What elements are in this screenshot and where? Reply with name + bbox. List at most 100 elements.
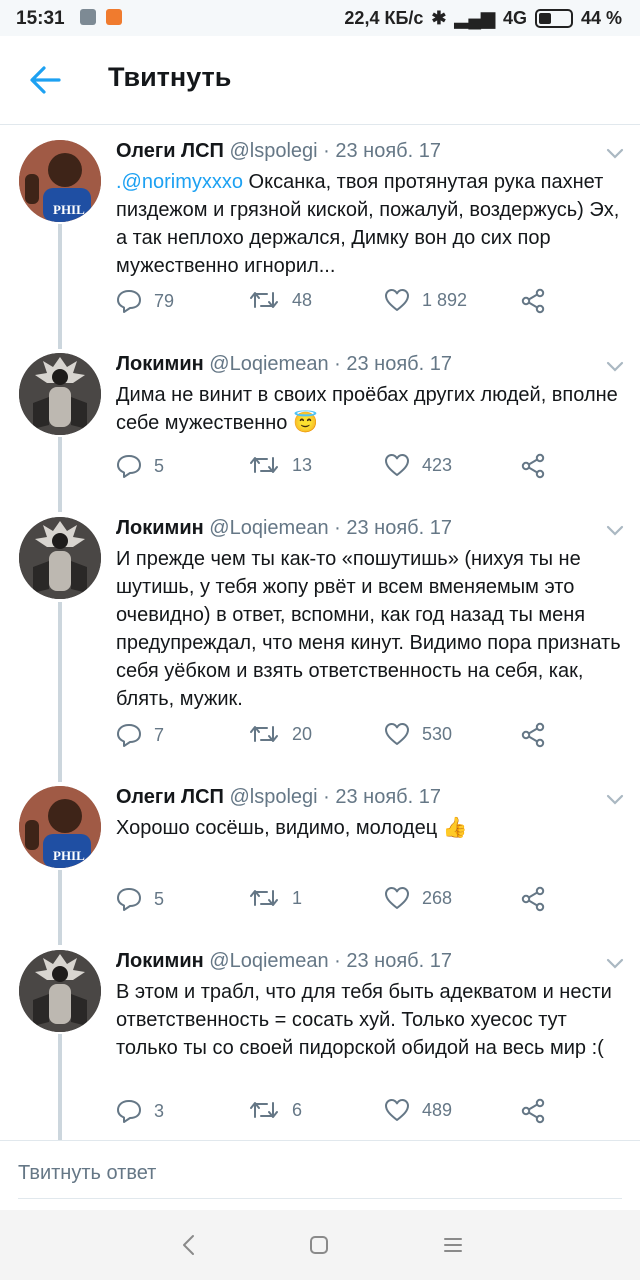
like-count: 489 <box>422 1099 453 1120</box>
tweet[interactable]: PHIL Олеги ЛСП @lspolegi · 23 нояб. 17 .… <box>0 140 640 330</box>
separator: · <box>323 140 330 162</box>
tweet-header: Локимин @Loqiemean · 23 нояб. 17 <box>116 950 452 973</box>
author-handle[interactable]: @Loqiemean <box>209 353 328 375</box>
tweet[interactable]: Локимин @Loqiemean · 23 нояб. 17 Дима не… <box>0 353 640 493</box>
retweet-icon <box>250 726 278 742</box>
author-name[interactable]: Олеги ЛСП <box>116 140 224 162</box>
avatar[interactable] <box>19 353 101 435</box>
share-icon <box>521 288 545 314</box>
author-handle[interactable]: @lspolegi <box>229 140 317 162</box>
like-count: 1 892 <box>422 289 468 310</box>
tweet[interactable]: Локимин @Loqiemean · 23 нояб. 17 В этом … <box>0 950 640 1140</box>
reply-button[interactable]: 5 <box>116 886 164 912</box>
reply-count: 5 <box>154 888 165 909</box>
like-button[interactable]: 1 892 <box>384 288 467 312</box>
chevron-down-icon[interactable] <box>606 148 624 160</box>
separator: · <box>334 517 341 539</box>
like-button[interactable]: 268 <box>384 886 452 910</box>
reply-count: 3 <box>154 1100 165 1121</box>
status-time: 15:31 <box>16 8 65 29</box>
share-button[interactable] <box>520 453 558 479</box>
tweet-text: Хорошо сосёшь, видимо, молодец 👍 <box>116 817 468 839</box>
retweet-button[interactable]: 6 <box>248 1098 302 1122</box>
battery-level: 44 % <box>580 8 622 28</box>
app-notification-icon <box>106 9 122 25</box>
chevron-down-icon[interactable] <box>606 525 624 537</box>
retweet-count: 20 <box>292 723 313 744</box>
tweet-header: Олеги ЛСП @lspolegi · 23 нояб. 17 <box>116 140 441 163</box>
chevron-down-icon[interactable] <box>606 361 624 373</box>
retweet-count: 13 <box>292 454 313 475</box>
tweet-actions: 79 48 1 892 <box>116 288 626 318</box>
reply-count: 5 <box>154 455 165 476</box>
reply-button[interactable]: 79 <box>116 288 174 314</box>
share-icon <box>521 886 545 912</box>
nav-menu-icon[interactable] <box>442 1234 464 1256</box>
separator: · <box>323 786 330 808</box>
mention-link[interactable]: .@norimyxxxo <box>116 171 243 193</box>
share-icon <box>521 722 545 748</box>
share-button[interactable] <box>520 886 558 912</box>
retweet-button[interactable]: 48 <box>248 288 312 312</box>
svg-text:PHIL: PHIL <box>53 848 85 863</box>
like-count: 530 <box>422 723 453 744</box>
retweet-button[interactable]: 20 <box>248 722 312 746</box>
reply-button[interactable]: 3 <box>116 1098 164 1124</box>
svg-text:PHIL: PHIL <box>53 202 85 217</box>
separator: · <box>334 950 341 972</box>
author-name[interactable]: Локимин <box>116 950 204 972</box>
like-count: 268 <box>422 887 453 908</box>
share-button[interactable] <box>520 288 558 314</box>
reply-button[interactable]: 7 <box>116 722 164 748</box>
retweet-count: 48 <box>292 289 313 310</box>
reply-input[interactable]: Твитнуть ответ <box>18 1162 156 1185</box>
avatar[interactable] <box>19 950 101 1032</box>
author-handle[interactable]: @lspolegi <box>229 786 317 808</box>
reply-icon <box>117 455 141 478</box>
reply-icon <box>117 724 141 747</box>
signal-icon: ▂▄▆ <box>454 8 495 28</box>
like-button[interactable]: 489 <box>384 1098 452 1122</box>
tweet-header: Олеги ЛСП @lspolegi · 23 нояб. 17 <box>116 786 441 809</box>
avatar[interactable]: PHIL <box>19 140 101 222</box>
tweet-date: 23 нояб. 17 <box>346 353 452 375</box>
reply-icon <box>117 290 141 313</box>
share-button[interactable] <box>520 722 558 748</box>
like-icon <box>385 887 409 909</box>
author-name[interactable]: Олеги ЛСП <box>116 786 224 808</box>
network-speed: 22,4 КБ/с <box>344 8 424 28</box>
reply-button[interactable]: 5 <box>116 453 164 479</box>
retweet-icon <box>250 292 278 308</box>
like-icon <box>385 454 409 476</box>
chevron-down-icon[interactable] <box>606 794 624 806</box>
author-handle[interactable]: @Loqiemean <box>209 517 328 539</box>
like-count: 423 <box>422 454 453 475</box>
divider <box>18 1198 622 1199</box>
nav-back-icon[interactable] <box>178 1234 200 1256</box>
author-handle[interactable]: @Loqiemean <box>209 950 328 972</box>
nav-home-icon[interactable] <box>308 1234 330 1256</box>
retweet-count: 6 <box>292 1099 303 1120</box>
retweet-button[interactable]: 1 <box>248 886 302 910</box>
author-name[interactable]: Локимин <box>116 517 204 539</box>
chevron-down-icon[interactable] <box>606 958 624 970</box>
tweet-date: 23 нояб. 17 <box>335 140 441 162</box>
back-arrow-icon[interactable] <box>28 64 62 96</box>
status-right: 22,4 КБ/с ✱ ▂▄▆ 4G 44 % <box>344 8 622 29</box>
app-bar: Твитнуть <box>0 36 640 125</box>
tweet[interactable]: Локимин @Loqiemean · 23 нояб. 17 И прежд… <box>0 517 640 762</box>
avatar[interactable] <box>19 517 101 599</box>
avatar[interactable]: PHIL <box>19 786 101 868</box>
tweet-actions: 5 13 423 <box>116 453 626 483</box>
tweet-text: И прежде чем ты как-то «пошутишь» (нихуя… <box>116 548 621 710</box>
share-button[interactable] <box>520 1098 558 1124</box>
tweet[interactable]: PHIL Олеги ЛСП @lspolegi · 23 нояб. 17 Х… <box>0 786 640 926</box>
tweet-actions: 7 20 530 <box>116 722 626 752</box>
separator: · <box>334 353 341 375</box>
like-button[interactable]: 423 <box>384 453 452 477</box>
reply-icon <box>117 888 141 911</box>
bluetooth-icon: ✱ <box>431 8 447 28</box>
retweet-button[interactable]: 13 <box>248 453 312 477</box>
like-button[interactable]: 530 <box>384 722 452 746</box>
author-name[interactable]: Локимин <box>116 353 204 375</box>
